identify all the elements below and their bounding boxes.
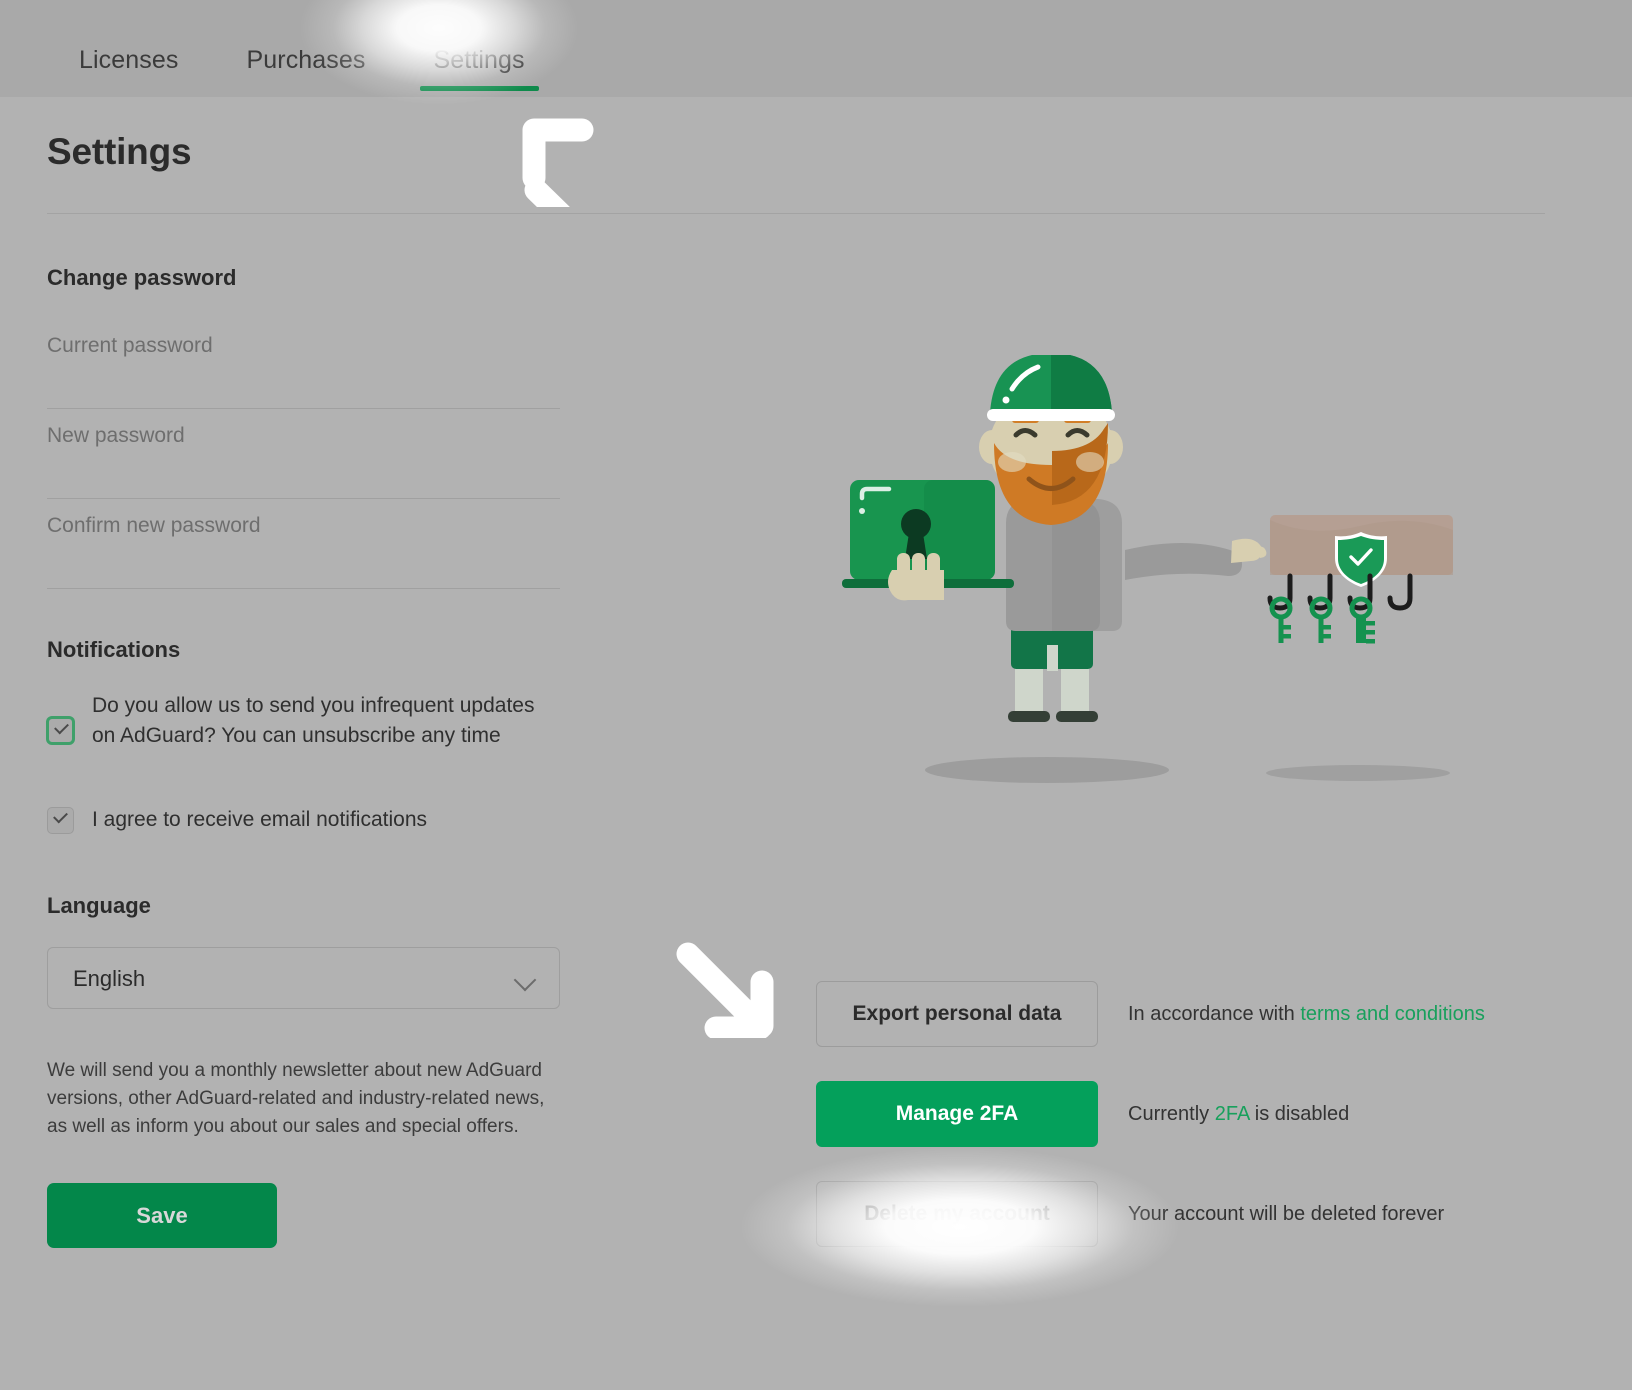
delete-my-account-label: Delete my account [864, 1202, 1050, 1225]
2fa-status-highlight: 2FA [1214, 1102, 1250, 1125]
manage-2fa-button[interactable]: Manage 2FA [816, 1081, 1098, 1147]
checkbox-updates-label: Do you allow us to send you infrequent u… [92, 694, 535, 747]
note-text: Your account will be deleted forever [1128, 1202, 1445, 1225]
tab-licenses-label: Licenses [79, 46, 179, 74]
top-navigation: Licenses Purchases Settings [0, 0, 1632, 97]
newsletter-note: We will send you a monthly newsletter ab… [47, 1060, 545, 1137]
current-password-input[interactable] [47, 319, 560, 373]
note-text-after: is disabled [1249, 1102, 1350, 1125]
confirm-new-password-field[interactable] [47, 499, 560, 589]
export-personal-data-label: Export personal data [852, 1002, 1062, 1025]
checkbox-updates[interactable] [47, 717, 74, 744]
manage-2fa-label: Manage 2FA [895, 1102, 1019, 1125]
action-row-2fa: Manage 2FA Currently 2FA is disabled [816, 1081, 1516, 1147]
check-icon [53, 808, 68, 823]
tab-settings-label: Settings [433, 46, 525, 74]
tab-purchases[interactable]: Purchases [212, 0, 399, 97]
new-password-input[interactable] [47, 409, 560, 463]
settings-left-column: Change password Notifications Do you all… [47, 265, 560, 1248]
delete-my-account-note: Your account will be deleted forever [1128, 1203, 1444, 1226]
chevron-down-icon [513, 968, 537, 992]
save-button[interactable]: Save [47, 1183, 277, 1248]
tab-active-underline [419, 86, 539, 91]
tab-purchases-label: Purchases [246, 46, 366, 74]
export-personal-data-button[interactable]: Export personal data [816, 981, 1098, 1047]
save-button-label: Save [136, 1202, 188, 1228]
checkbox-row-updates[interactable]: Do you allow us to send you infrequent u… [47, 691, 560, 751]
export-personal-data-note: In accordance with terms and conditions [1128, 1003, 1485, 1026]
checkbox-row-email[interactable]: I agree to receive email notifications [47, 805, 560, 835]
checkbox-email-notifications-label: I agree to receive email notifications [92, 808, 428, 831]
note-text: In accordance with [1128, 1002, 1301, 1025]
tab-settings[interactable]: Settings [400, 0, 559, 97]
terms-and-conditions-link[interactable]: terms and conditions [1300, 1003, 1485, 1025]
tab-bar: Licenses Purchases Settings [45, 0, 559, 97]
title-divider [47, 213, 1545, 214]
checkbox-email-notifications[interactable] [47, 806, 74, 834]
notifications-heading: Notifications [47, 637, 181, 662]
current-password-field[interactable] [47, 319, 560, 409]
settings-page: Licenses Purchases Settings Settings Cha… [0, 0, 1632, 1390]
manage-2fa-note: Currently 2FA is disabled [1128, 1103, 1349, 1126]
account-actions: Export personal data In accordance with … [816, 981, 1516, 1281]
note-text: Currently [1128, 1102, 1215, 1125]
check-icon [54, 719, 69, 735]
new-password-field[interactable] [47, 409, 560, 499]
action-row-export: Export personal data In accordance with … [816, 981, 1516, 1047]
settings-content: Settings Change password Notifications D… [0, 97, 1632, 1390]
delete-my-account-button[interactable]: Delete my account [816, 1181, 1098, 1247]
language-select-value: English [73, 966, 146, 991]
language-heading: Language [47, 893, 151, 918]
change-password-heading: Change password [47, 265, 237, 290]
language-select[interactable]: English [47, 947, 560, 1009]
action-row-delete: Delete my account Your account will be d… [816, 1181, 1516, 1247]
confirm-new-password-input[interactable] [47, 499, 560, 553]
tab-licenses[interactable]: Licenses [45, 0, 212, 97]
page-title: Settings [47, 131, 192, 172]
